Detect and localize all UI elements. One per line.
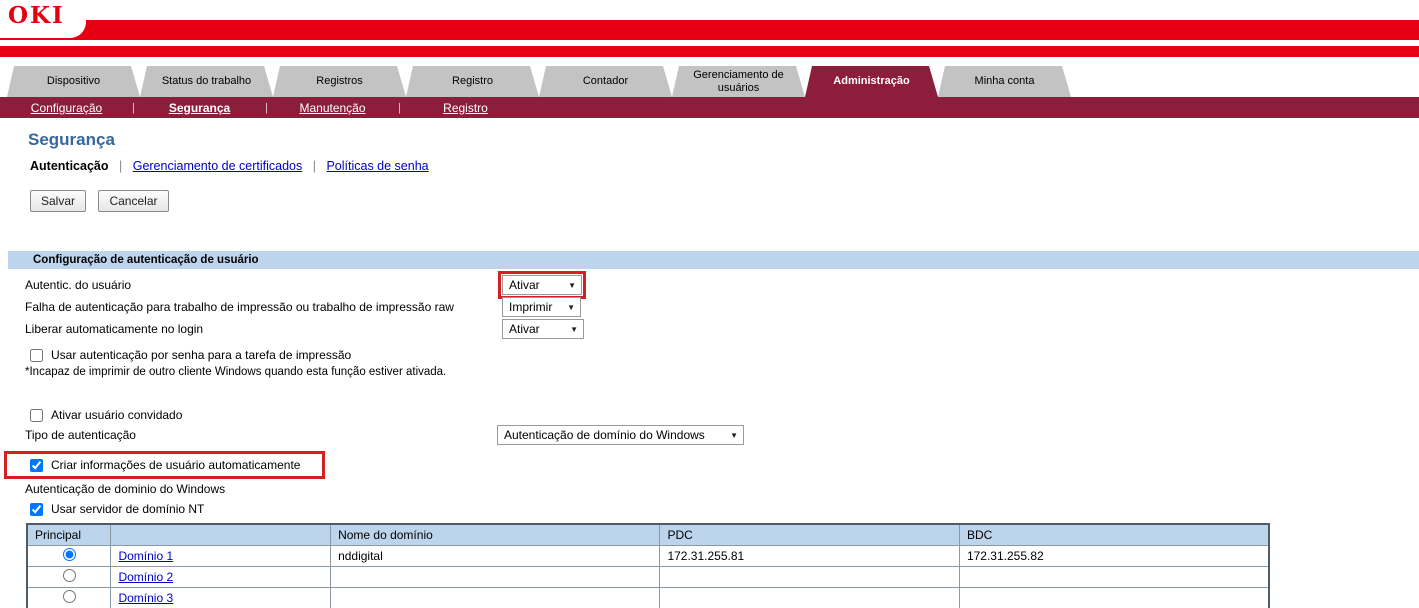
table-row: Domínio 3: [27, 587, 1269, 608]
view-link-autenticacao: Autenticação: [30, 159, 109, 173]
auth-type-select[interactable]: Autenticação de domínio do Windows ▼: [497, 425, 744, 445]
auth-form: Autentic. do usuário Ativar ▼ Falha de a…: [0, 274, 1419, 608]
page-title: Segurança: [28, 130, 1419, 150]
falha-autenticacao-select[interactable]: Imprimir ▼: [502, 297, 581, 317]
save-button[interactable]: Salvar: [30, 190, 86, 212]
dominio-1-link[interactable]: Domínio 1: [118, 549, 173, 563]
auto-create-user-row: Criar informações de usuário automaticam…: [7, 454, 322, 476]
tab-status-do-trabalho[interactable]: Status do trabalho: [140, 66, 273, 97]
autentic-usuario-select[interactable]: Ativar ▼: [502, 275, 582, 295]
brand-band: [0, 20, 1419, 40]
domain-table: Principal Nome do domínio PDC BDC Domíni…: [26, 523, 1270, 608]
tab-administracao[interactable]: Administração: [805, 66, 938, 97]
bdc-cell: 172.31.255.82: [959, 545, 1269, 566]
table-row: Domínio 2: [27, 566, 1269, 587]
tab-gerenciamento-de-usuarios[interactable]: Gerenciamento de usuários: [672, 66, 805, 97]
tab-registros[interactable]: Registros: [273, 66, 406, 97]
windows-client-note: *Incapaz de imprimir de outro cliente Wi…: [25, 366, 1419, 378]
checkbox-label: Usar autenticação por senha para a taref…: [51, 348, 351, 362]
field-label: Autentic. do usuário: [25, 278, 502, 292]
form-row-autentic-usuario: Autentic. do usuário Ativar ▼: [0, 274, 1419, 296]
guest-user-checkbox[interactable]: [30, 409, 43, 422]
dropdown-arrow-icon: ▼: [570, 325, 578, 334]
col-header-bdc: BDC: [959, 524, 1269, 545]
password-auth-checkbox[interactable]: [30, 349, 43, 362]
form-row-liberar-login: Liberar automaticamente no login Ativar …: [0, 318, 1419, 340]
pdc-cell: 172.31.255.81: [660, 545, 960, 566]
subnav-item-configuracao[interactable]: Configuração: [31, 101, 102, 115]
dominio-2-link[interactable]: Domínio 2: [118, 570, 173, 584]
col-header-principal: Principal: [27, 524, 111, 545]
auto-create-user-checkbox[interactable]: [30, 459, 43, 472]
checkbox-label: Criar informações de usuário automaticam…: [51, 458, 300, 472]
tab-dispositivo[interactable]: Dispositivo: [7, 66, 140, 97]
dropdown-arrow-icon: ▼: [730, 431, 738, 440]
liberar-login-select[interactable]: Ativar ▼: [502, 319, 584, 339]
oki-logo: OKI: [8, 2, 65, 29]
subnav-item-registro[interactable]: Registro: [443, 101, 488, 115]
nt-domain-server-row: Usar servidor de domínio NT: [0, 502, 1419, 516]
field-label: Tipo de autenticação: [25, 428, 497, 442]
selected-value: Autenticação de domínio do Windows: [504, 428, 705, 442]
field-label: Falha de autenticação para trabalho de i…: [25, 300, 502, 314]
tab-registro[interactable]: Registro: [406, 66, 539, 97]
view-link-separator: |: [119, 159, 122, 173]
domain-name-cell: [331, 566, 660, 587]
selected-value: Ativar: [509, 322, 540, 336]
section-header: Configuração de autenticação de usuário: [8, 251, 1419, 269]
tab-contador[interactable]: Contador: [539, 66, 672, 97]
selected-value: Imprimir: [509, 300, 552, 314]
dropdown-arrow-icon: ▼: [567, 303, 575, 312]
view-link-separator: |: [313, 159, 316, 173]
header: OKI: [0, 0, 1419, 57]
view-links: Autenticação | Gerenciamento de certific…: [30, 159, 1419, 173]
col-header-nome-dominio: Nome do domínio: [331, 524, 660, 545]
guest-user-row: Ativar usuário convidado: [0, 408, 1419, 422]
pdc-cell: [660, 566, 960, 587]
nt-domain-server-checkbox[interactable]: [30, 503, 43, 516]
checkbox-label: Ativar usuário convidado: [51, 408, 182, 422]
table-row: Domínio 1 nddigital 172.31.255.81 172.31…: [27, 545, 1269, 566]
tab-minha-conta[interactable]: Minha conta: [938, 66, 1071, 97]
auth-type-row: Tipo de autenticação Autenticação de dom…: [0, 424, 1419, 446]
form-row-falha-autenticacao: Falha de autenticação para trabalho de i…: [0, 296, 1419, 318]
view-link-politicas-de-senha[interactable]: Políticas de senha: [326, 159, 428, 173]
principal-radio-2[interactable]: [63, 569, 76, 582]
col-header-blank: [111, 524, 331, 545]
main-tab-bar: Dispositivo Status do trabalho Registros…: [7, 66, 1419, 97]
subnav-item-seguranca[interactable]: Segurança: [169, 101, 230, 115]
domain-name-cell: [331, 587, 660, 608]
col-header-pdc: PDC: [660, 524, 960, 545]
bdc-cell: [959, 587, 1269, 608]
windows-domain-subsection-label: Autenticação de dominio do Windows: [25, 482, 1419, 496]
bdc-cell: [959, 566, 1269, 587]
field-label: Liberar automaticamente no login: [25, 322, 502, 336]
dominio-3-link[interactable]: Domínio 3: [118, 591, 173, 605]
pdc-cell: [660, 587, 960, 608]
cancel-button[interactable]: Cancelar: [98, 190, 168, 212]
subnav-item-manutencao[interactable]: Manutenção: [299, 101, 365, 115]
subnav-bar: Configuração | Segurança | Manutenção | …: [0, 97, 1419, 118]
view-link-gerenciamento-certificados[interactable]: Gerenciamento de certificados: [133, 159, 303, 173]
selected-value: Ativar: [509, 278, 540, 292]
password-auth-row: Usar autenticação por senha para a taref…: [0, 348, 1419, 362]
table-header-row: Principal Nome do domínio PDC BDC: [27, 524, 1269, 545]
domain-name-cell: nddigital: [331, 545, 660, 566]
principal-radio-3[interactable]: [63, 590, 76, 603]
dropdown-arrow-icon: ▼: [568, 281, 576, 290]
principal-radio-1[interactable]: [63, 548, 76, 561]
action-buttons: Salvar Cancelar: [30, 190, 1419, 212]
brand-band-thin: [0, 46, 1419, 57]
checkbox-label: Usar servidor de domínio NT: [51, 502, 204, 516]
